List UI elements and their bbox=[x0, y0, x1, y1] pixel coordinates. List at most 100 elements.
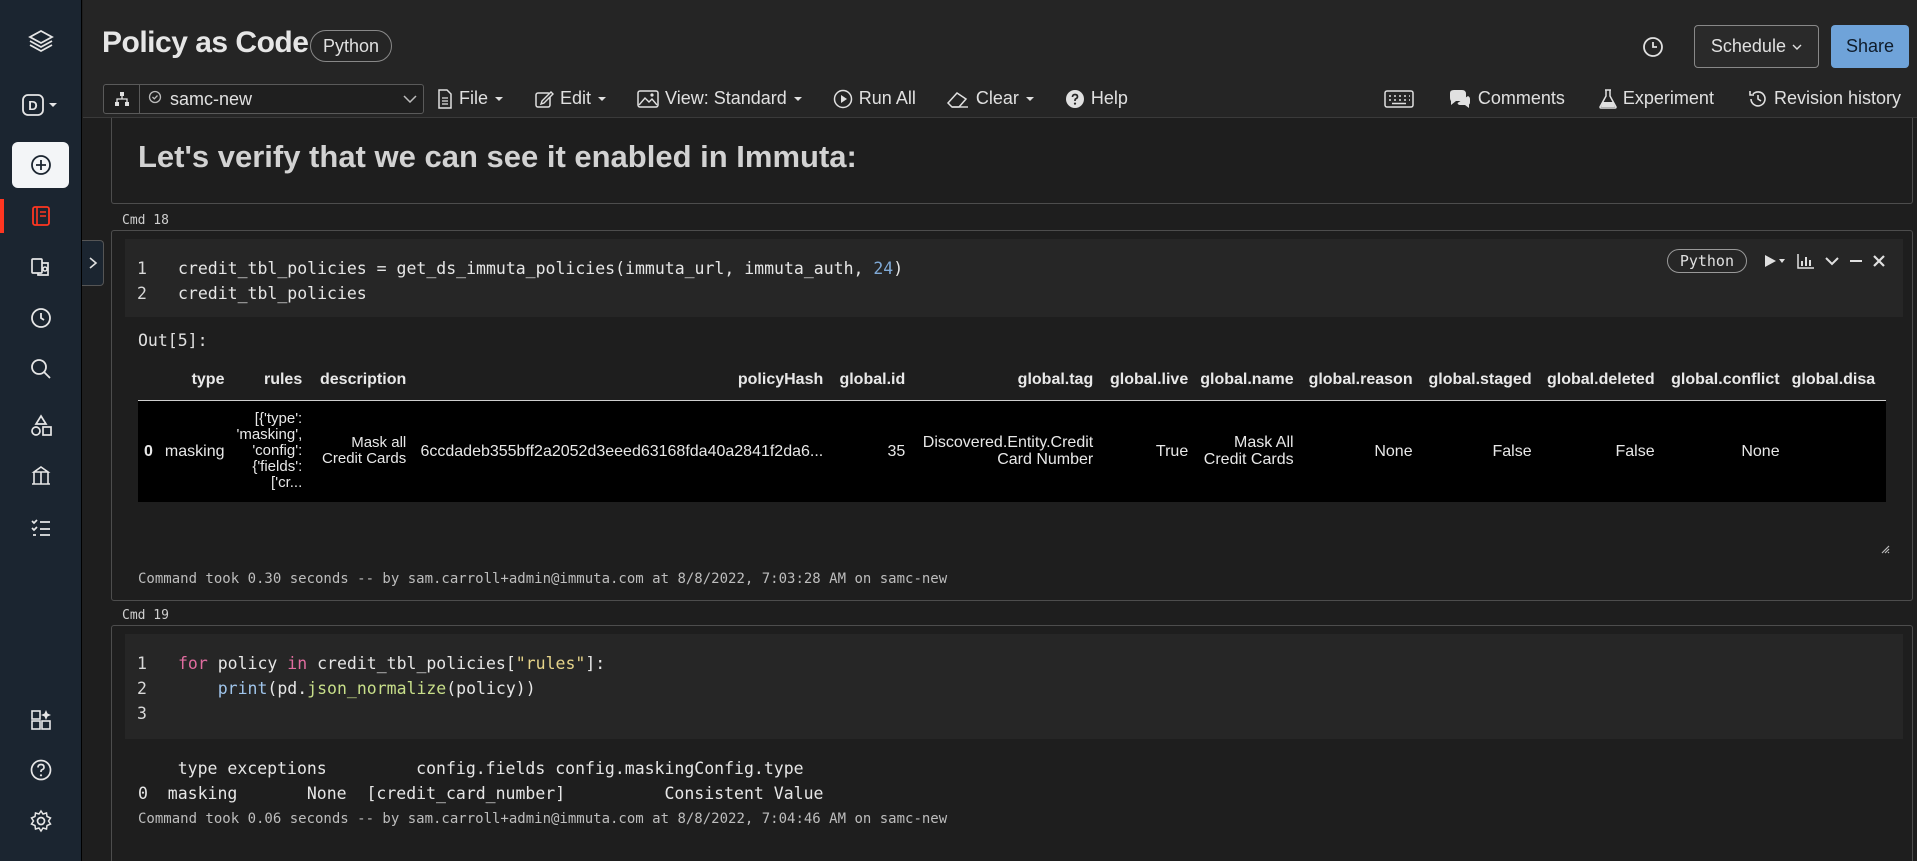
search-icon[interactable] bbox=[12, 346, 69, 392]
schedule-label: Schedule bbox=[1710, 36, 1786, 56]
run-cell-icon[interactable] bbox=[1763, 253, 1787, 269]
run-all-label: Run All bbox=[858, 88, 916, 108]
output-label: Out[5]: bbox=[138, 331, 208, 350]
data-icon[interactable] bbox=[12, 244, 69, 290]
view-menu[interactable]: View: Standard bbox=[637, 88, 803, 109]
cmd-18-label: Cmd 18 bbox=[122, 213, 169, 228]
comments-button[interactable]: Comments bbox=[1448, 88, 1565, 109]
line-number: 1 bbox=[137, 259, 147, 278]
dataframe-output[interactable]: type rules description policyHash global… bbox=[138, 360, 1890, 502]
table-cell: True bbox=[1099, 400, 1195, 502]
recents-icon[interactable] bbox=[12, 295, 69, 341]
code-text: print(pd.json_normalize(policy)) bbox=[217, 679, 536, 698]
column-header: global.reason bbox=[1299, 360, 1419, 401]
keyboard-shortcuts-button[interactable] bbox=[1384, 89, 1414, 108]
code-editor[interactable]: 1 for policy in credit_tbl_policies["rul… bbox=[125, 634, 1903, 739]
view-menu-label: View: Standard bbox=[665, 88, 787, 108]
share-button[interactable]: Share bbox=[1830, 25, 1909, 68]
table-cell bbox=[1785, 400, 1886, 502]
line-number: 1 bbox=[137, 654, 147, 673]
column-header: type bbox=[158, 360, 231, 401]
notebook-menubar: File Edit View: Standard Run All Clear H… bbox=[437, 88, 1128, 109]
run-all-button[interactable]: Run All bbox=[833, 88, 916, 109]
notebook-menubar-right: Comments Experiment Revision history bbox=[1384, 88, 1901, 109]
chart-icon[interactable] bbox=[1797, 253, 1815, 269]
file-menu[interactable]: File bbox=[437, 88, 504, 109]
clear-menu[interactable]: Clear bbox=[946, 88, 1035, 109]
chevron-down-icon bbox=[1792, 44, 1802, 50]
table-row: 0 masking [{'type': 'masking', 'config':… bbox=[138, 400, 1886, 502]
cmd-19-label: Cmd 19 bbox=[122, 608, 169, 623]
notebook-language-badge[interactable]: Python bbox=[310, 30, 393, 62]
comments-label: Comments bbox=[1477, 88, 1565, 108]
code-cell-19[interactable]: 1 for policy in credit_tbl_policies["rul… bbox=[111, 625, 1913, 861]
table-cell: 6ccdadeb355bff2a2052d3eeed63168fda40a284… bbox=[412, 400, 830, 502]
tasks-icon[interactable] bbox=[12, 505, 69, 551]
column-header: global.name bbox=[1194, 360, 1300, 401]
close-icon[interactable] bbox=[1873, 255, 1885, 267]
markdown-cell[interactable]: Let's verify that we can see it enabled … bbox=[111, 118, 1913, 204]
schedule-button[interactable]: Schedule bbox=[1693, 25, 1819, 68]
eraser-icon bbox=[946, 91, 968, 108]
shapes-icon[interactable] bbox=[12, 403, 69, 449]
comments-icon bbox=[1449, 89, 1470, 108]
column-header: global.id bbox=[829, 360, 912, 401]
column-header: global.staged bbox=[1418, 360, 1538, 401]
edit-menu-label: Edit bbox=[560, 88, 592, 108]
cluster-selector[interactable]: samc-new bbox=[103, 84, 424, 114]
caret-down-icon bbox=[1025, 96, 1034, 101]
file-menu-label: File bbox=[459, 88, 489, 108]
minimize-icon[interactable] bbox=[1849, 259, 1863, 263]
notebook-header: Policy as Code Python Schedule Share sam… bbox=[83, 0, 1917, 118]
code-line: 2 credit_tbl_policies bbox=[125, 281, 1903, 306]
command-took-text: Command took 0.30 seconds -- by sam.carr… bbox=[138, 571, 948, 587]
code-editor[interactable]: 1 credit_tbl_policies = get_ds_immuta_po… bbox=[125, 239, 1903, 317]
clear-menu-label: Clear bbox=[975, 88, 1019, 108]
play-circle-icon bbox=[833, 89, 853, 108]
column-header: policyHash bbox=[412, 360, 830, 401]
table-cell: None bbox=[1299, 400, 1419, 502]
code-line: 1 for policy in credit_tbl_policies["rul… bbox=[125, 651, 1903, 676]
question-circle-icon bbox=[1065, 89, 1084, 108]
column-header: description bbox=[308, 360, 413, 401]
resize-handle-icon[interactable] bbox=[1880, 544, 1890, 554]
code-text: credit_tbl_policies = get_ds_immuta_poli… bbox=[178, 259, 904, 278]
row-index: 0 bbox=[138, 400, 159, 502]
workflows-icon[interactable] bbox=[12, 454, 69, 500]
code-text: credit_tbl_policies bbox=[178, 284, 367, 303]
header-actions: Schedule Share bbox=[1638, 25, 1909, 68]
help-icon[interactable] bbox=[12, 747, 69, 793]
cell-language-badge[interactable]: Python bbox=[1666, 249, 1747, 273]
history-icon bbox=[1749, 90, 1766, 107]
stdout-header: type exceptions config.fields config.mas… bbox=[138, 759, 804, 778]
chevron-down-icon[interactable] bbox=[1825, 256, 1839, 266]
dataframe-table: type rules description policyHash global… bbox=[138, 360, 1886, 502]
code-line: 1 credit_tbl_policies = get_ds_immuta_po… bbox=[125, 256, 1903, 281]
expand-sidebar-toggle[interactable] bbox=[82, 240, 104, 286]
code-cell-18[interactable]: 1 credit_tbl_policies = get_ds_immuta_po… bbox=[111, 230, 1913, 601]
column-header: global.tag bbox=[911, 360, 1100, 401]
column-header: global.disa bbox=[1785, 360, 1886, 401]
workspace-switcher[interactable]: D bbox=[12, 82, 69, 128]
table-cell: 35 bbox=[829, 400, 912, 502]
notebook-icon[interactable] bbox=[0, 193, 69, 239]
chevron-down-icon bbox=[397, 95, 423, 103]
layers-logo-icon[interactable] bbox=[12, 18, 69, 64]
revision-history-button[interactable]: Revision history bbox=[1748, 88, 1901, 109]
help-menu-label: Help bbox=[1090, 88, 1128, 108]
history-clock-icon[interactable] bbox=[1638, 32, 1668, 62]
create-icon[interactable] bbox=[12, 142, 69, 188]
flask-icon bbox=[1599, 88, 1617, 109]
caret-down-icon bbox=[793, 96, 802, 101]
chevron-right-icon bbox=[88, 257, 97, 269]
settings-icon[interactable] bbox=[12, 798, 69, 844]
table-header-row: type rules description policyHash global… bbox=[138, 360, 1886, 401]
table-cell: None bbox=[1660, 400, 1786, 502]
edit-menu[interactable]: Edit bbox=[534, 88, 607, 109]
help-menu[interactable]: Help bbox=[1065, 88, 1128, 109]
column-header bbox=[138, 360, 159, 401]
partner-icon[interactable] bbox=[12, 696, 69, 742]
code-line: 3 bbox=[125, 701, 1903, 726]
experiment-button[interactable]: Experiment bbox=[1599, 88, 1714, 109]
notebook-title[interactable]: Policy as Code bbox=[102, 26, 309, 60]
